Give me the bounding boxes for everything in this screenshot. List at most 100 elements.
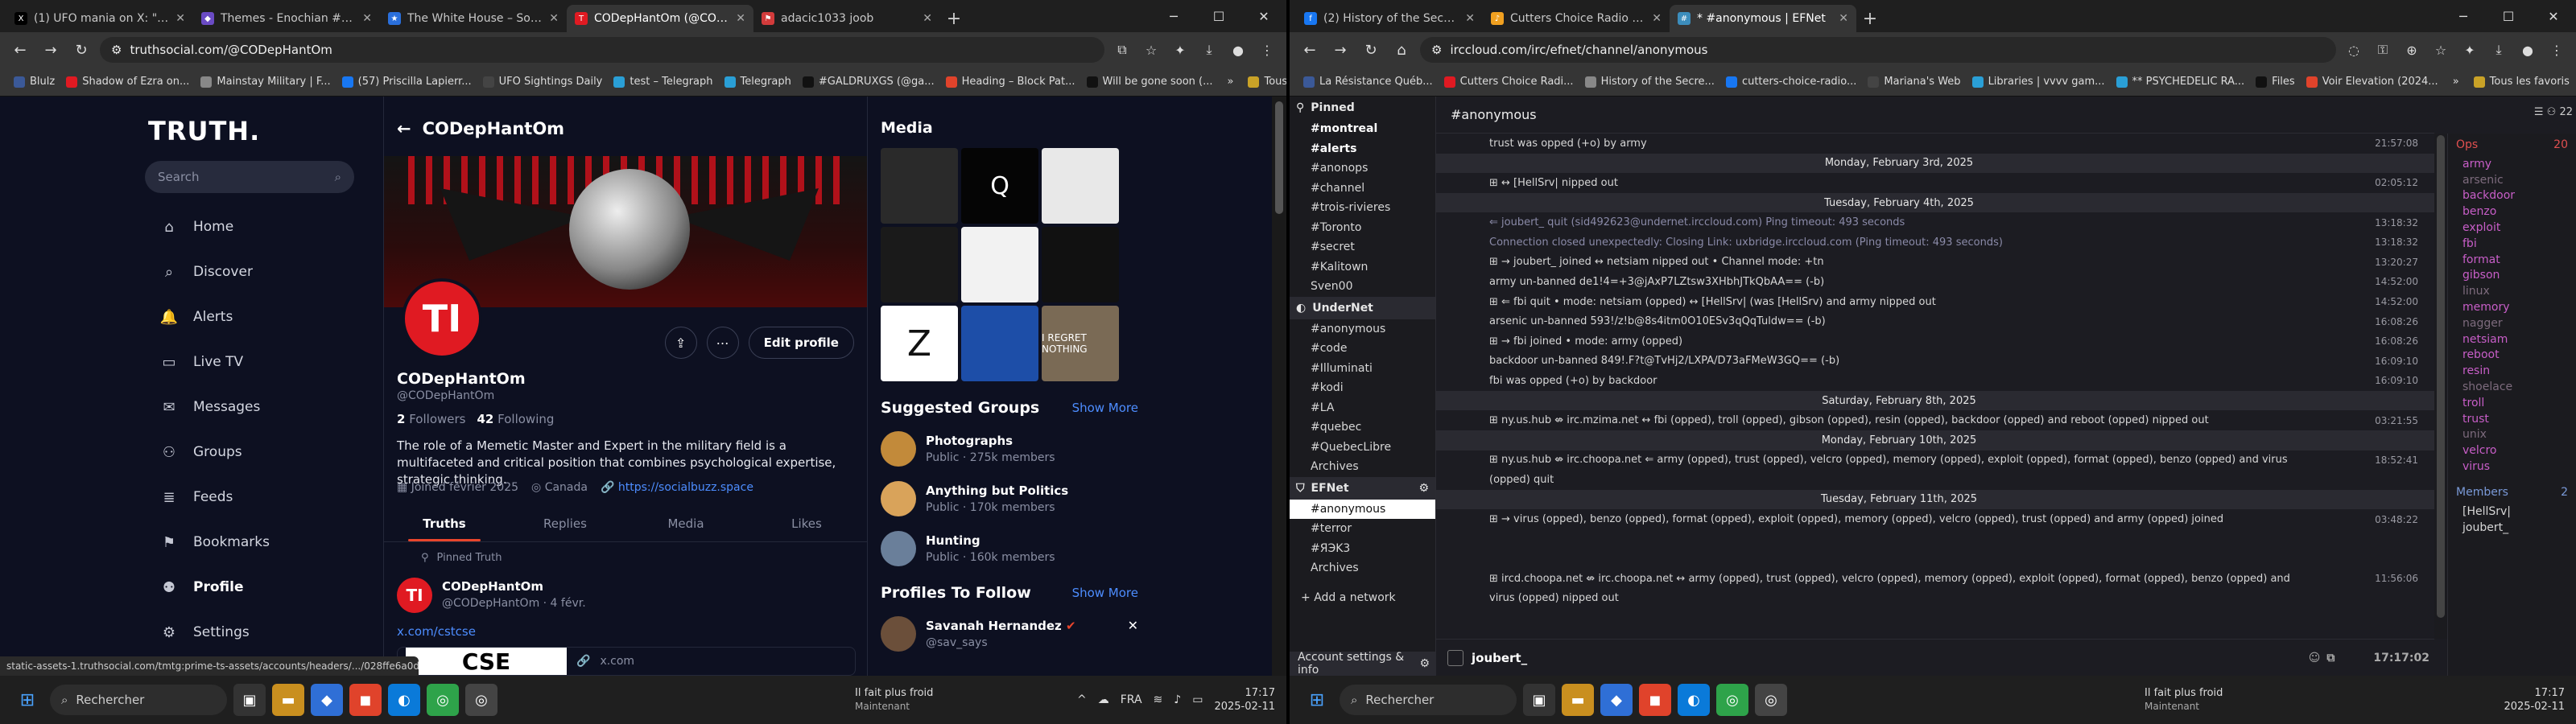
- bookmark-item[interactable]: Shadow of Ezra on...: [60, 76, 195, 88]
- download-icon[interactable]: ⤓: [2487, 39, 2510, 61]
- bookmarks-overflow-icon[interactable]: »: [2447, 76, 2465, 88]
- channel-item[interactable]: #LA: [1290, 398, 1435, 418]
- profiles-show-more[interactable]: Show More: [1072, 586, 1138, 600]
- media-thumbnail[interactable]: Z: [881, 306, 958, 381]
- tab-close-icon[interactable]: ✕: [175, 12, 185, 25]
- user-item[interactable]: arsenic: [2448, 172, 2576, 188]
- channel-item[interactable]: #anonymous: [1290, 499, 1435, 519]
- search-input[interactable]: Search ⌕: [145, 161, 354, 193]
- pinned-section[interactable]: ⚲ Pinned: [1290, 97, 1435, 119]
- office-icon[interactable]: ◼: [349, 684, 382, 716]
- zoom-icon[interactable]: ⊕: [2401, 39, 2423, 61]
- tab-truths[interactable]: Truths: [384, 505, 505, 541]
- user-item[interactable]: shoelace: [2448, 379, 2576, 395]
- more-icon[interactable]: ⋯: [706, 327, 739, 359]
- teams-icon[interactable]: ◆: [1600, 684, 1633, 716]
- browser-tab[interactable]: f (2) History of the Secret Servic ✕: [1296, 5, 1483, 32]
- user-item[interactable]: unix: [2448, 427, 2576, 443]
- user-count[interactable]: ☰ ⚇ 22: [2534, 106, 2573, 118]
- channel-item[interactable]: Archives: [1290, 457, 1435, 477]
- weather-widget[interactable]: Il fait plus froid Maintenant: [2145, 686, 2223, 714]
- user-item[interactable]: exploit: [2448, 220, 2576, 236]
- channel-item[interactable]: #montreal: [1290, 119, 1435, 139]
- all-bookmarks-folder[interactable]: Tous les favoris: [1242, 76, 1286, 88]
- task-view-icon[interactable]: ▣: [1523, 684, 1555, 716]
- channel-item[interactable]: Sven00: [1290, 277, 1435, 297]
- media-thumbnail[interactable]: [1042, 227, 1119, 302]
- bookmark-item[interactable]: cutters-choice-radio...: [1720, 76, 1862, 88]
- browser-tab[interactable]: T CODepHantOm (@CODepHant ✕: [567, 5, 753, 32]
- extensions-icon[interactable]: ✦: [2458, 39, 2481, 61]
- group-item[interactable]: Anything but Politics Public · 170k membe…: [881, 481, 1138, 516]
- bookmark-item[interactable]: (57) Priscilla Lapierr...: [336, 76, 477, 88]
- office-icon[interactable]: ◼: [1639, 684, 1671, 716]
- windows-start-icon[interactable]: ⊞: [1301, 684, 1333, 716]
- media-thumbnail[interactable]: [961, 306, 1038, 381]
- gear-icon[interactable]: ⚙: [1418, 482, 1435, 495]
- tab-close-icon[interactable]: ✕: [736, 12, 745, 25]
- windows-start-icon[interactable]: ⊞: [11, 684, 43, 716]
- tab-close-icon[interactable]: ✕: [923, 12, 932, 25]
- media-thumbnail[interactable]: [881, 227, 958, 302]
- wifi-icon[interactable]: ≋: [1154, 693, 1163, 706]
- file-explorer-icon[interactable]: ▬: [1562, 684, 1594, 716]
- truth-logo[interactable]: TRUTH.: [148, 116, 370, 146]
- tab-close-icon[interactable]: ✕: [1465, 12, 1475, 25]
- media-thumbnail[interactable]: [961, 227, 1038, 302]
- media-thumbnail[interactable]: I REGRET NOTHING: [1042, 306, 1119, 381]
- minimize-icon[interactable]: ─: [2441, 0, 2486, 32]
- user-item[interactable]: memory: [2448, 299, 2576, 315]
- profile-icon[interactable]: ●: [1227, 39, 1249, 61]
- clock[interactable]: 17:17 2025-02-11: [2504, 686, 2565, 714]
- install-icon[interactable]: ⧉: [1111, 39, 1133, 61]
- add-network-button[interactable]: + Add a network: [1290, 588, 1435, 608]
- forward-icon[interactable]: →: [39, 38, 63, 62]
- channel-item[interactable]: #Illuminati: [1290, 359, 1435, 379]
- bookmark-item[interactable]: History of the Secre...: [1579, 76, 1720, 88]
- star-icon[interactable]: ☆: [1140, 39, 1162, 61]
- nav-item-discover[interactable]: ⌕ Discover: [145, 249, 370, 294]
- channel-item[interactable]: #QuebecLibre: [1290, 438, 1435, 458]
- bookmark-item[interactable]: Mainstay Military | F...: [195, 76, 336, 88]
- tab-media[interactable]: Media: [625, 505, 746, 541]
- url-bar[interactable]: ⚙ truthsocial.com/@CODepHantOm: [100, 37, 1104, 63]
- bookmark-item[interactable]: Heading – Block Pat...: [940, 76, 1081, 88]
- nav-item-bookmarks[interactable]: ⚑ Bookmarks: [145, 520, 370, 565]
- channel-item[interactable]: #Kalitown: [1290, 257, 1435, 278]
- close-icon[interactable]: ✕: [1241, 0, 1286, 32]
- page-scrollbar[interactable]: [1272, 97, 1286, 676]
- user-item[interactable]: reboot: [2448, 348, 2576, 364]
- key-icon[interactable]: ⚿: [2372, 39, 2394, 61]
- weather-widget[interactable]: Il fait plus froid Maintenant: [855, 686, 933, 714]
- nav-item-profile[interactable]: ⚉ Profile: [145, 565, 370, 610]
- media-thumbnail[interactable]: [1042, 148, 1119, 224]
- chrome-active-icon[interactable]: ◎: [465, 684, 497, 716]
- bookmark-item[interactable]: Files: [2250, 76, 2301, 88]
- user-item[interactable]: linux: [2448, 283, 2576, 299]
- channel-item[interactable]: #anonymous: [1290, 319, 1435, 339]
- account-settings-button[interactable]: Account settings & info ⚙: [1290, 651, 1436, 676]
- nav-item-settings[interactable]: ⚙ Settings: [145, 610, 370, 655]
- share-icon[interactable]: ⇪: [664, 327, 697, 359]
- upload-icon[interactable]: ⧉: [2326, 652, 2334, 664]
- user-item[interactable]: trust: [2448, 411, 2576, 427]
- language-indicator[interactable]: FRA: [1121, 693, 1142, 706]
- media-thumbnail[interactable]: [881, 148, 958, 224]
- bookmark-item[interactable]: Blulz: [8, 76, 60, 88]
- user-item[interactable]: backdoor: [2448, 188, 2576, 204]
- post-avatar[interactable]: TI: [397, 578, 432, 613]
- user-item[interactable]: gibson: [2448, 268, 2576, 284]
- maximize-icon[interactable]: ☐: [2486, 0, 2531, 32]
- home-icon[interactable]: ⌂: [1389, 38, 1414, 62]
- maximize-icon[interactable]: ☐: [1196, 0, 1241, 32]
- following-link[interactable]: 42 Following: [477, 412, 554, 426]
- back-icon[interactable]: ←: [1298, 38, 1322, 62]
- user-item[interactable]: format: [2448, 252, 2576, 268]
- user-item[interactable]: [HellSrv|: [2448, 504, 2576, 520]
- undernet-network[interactable]: ◐ UnderNet: [1290, 296, 1435, 319]
- close-icon[interactable]: ✕: [2531, 0, 2576, 32]
- user-item[interactable]: benzo: [2448, 204, 2576, 220]
- tab-close-icon[interactable]: ✕: [1839, 12, 1848, 25]
- website-link[interactable]: https://socialbuzz.space: [618, 481, 753, 494]
- chevron-up-icon[interactable]: ^: [1077, 693, 1087, 706]
